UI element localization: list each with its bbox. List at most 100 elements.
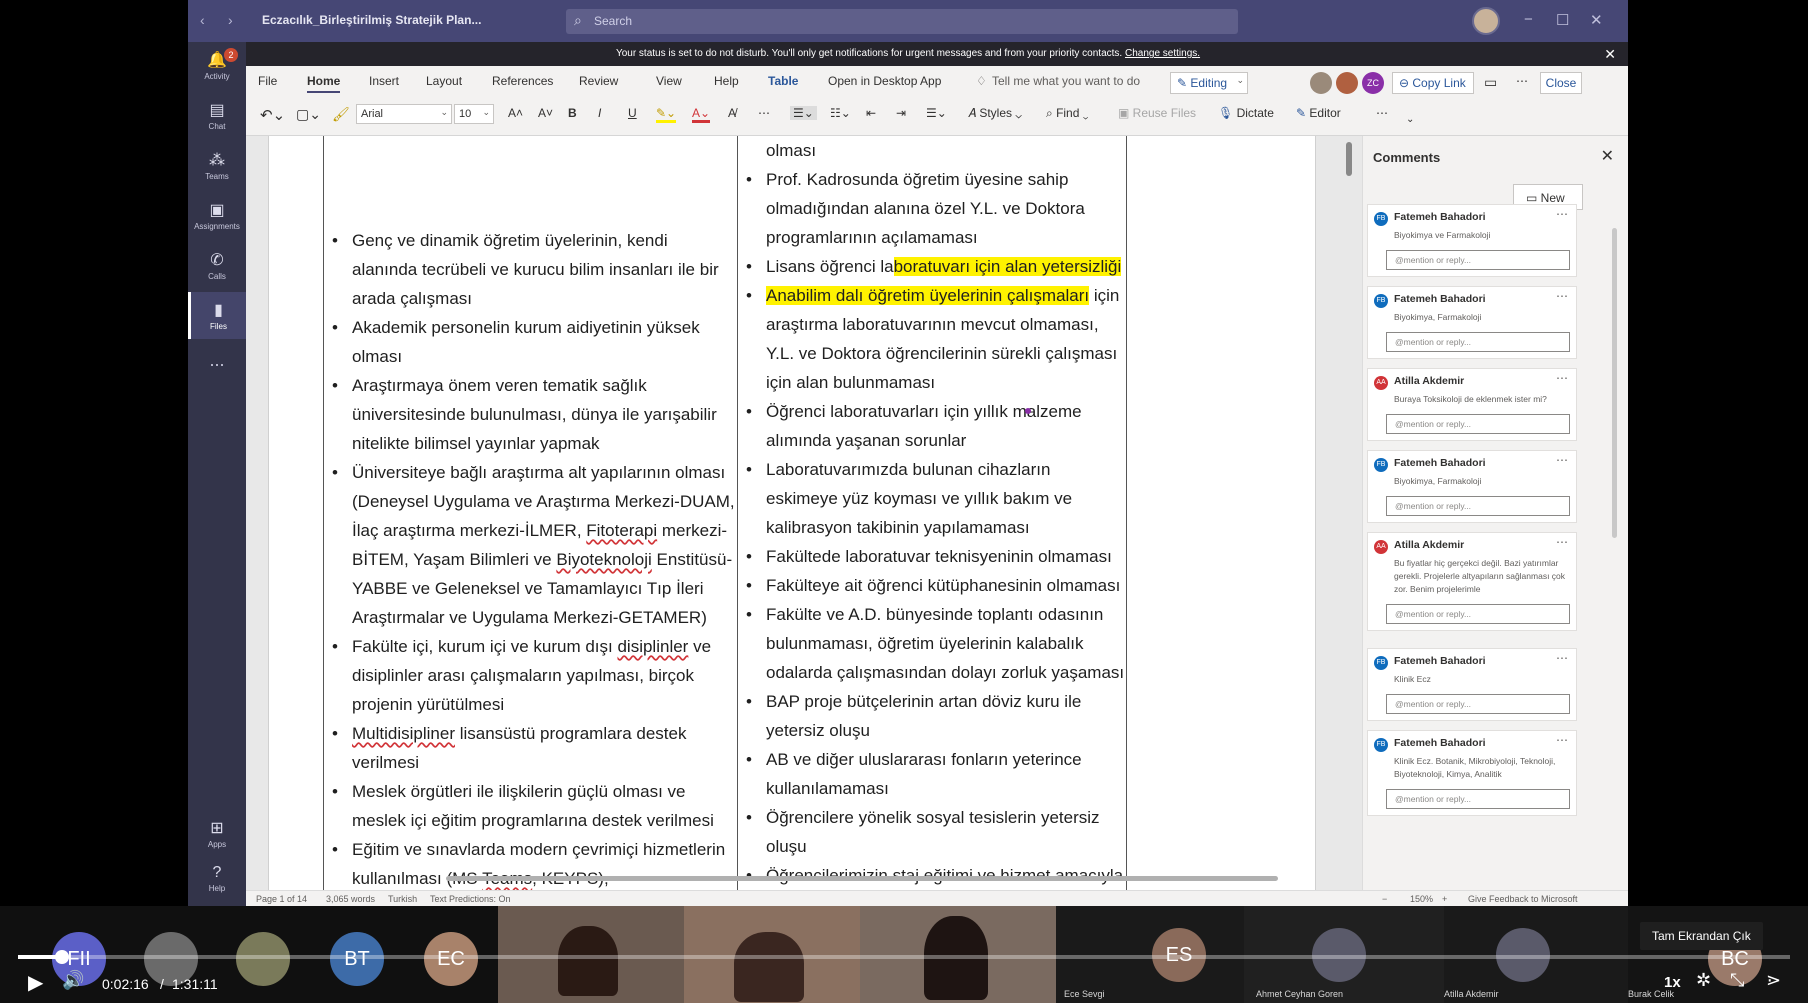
list-item[interactable]: • Öğrenci laboratuvarları için yıllık mal… — [738, 397, 1126, 455]
close-document-button[interactable]: Close — [1540, 72, 1582, 94]
list-item[interactable]: • Genç ve dinamik öğretim üyelerinin, ken… — [324, 226, 737, 313]
close-comments-icon[interactable]: ✕ — [1601, 146, 1614, 166]
tab-references[interactable]: References — [492, 74, 553, 88]
highlight-icon[interactable]: ✎⌄ — [656, 106, 677, 123]
document-page[interactable]: • Genç ve dinamik öğretim üyelerinin, ken… — [268, 136, 1316, 890]
open-desktop-button[interactable]: Open in Desktop App — [828, 74, 941, 88]
playback-speed[interactable]: 1x — [1664, 974, 1681, 991]
comment-more-icon[interactable]: ⋯ — [1556, 535, 1568, 549]
tab-table[interactable]: Table — [768, 74, 798, 88]
comment-more-icon[interactable]: ⋯ — [1556, 207, 1568, 221]
paste-icon[interactable]: ▢⌄ — [296, 106, 321, 123]
comment-reply-input[interactable]: @mention or reply... — [1386, 694, 1570, 714]
list-item[interactable]: • Lisans öğrenci laboratuvarı için alan y… — [738, 252, 1126, 281]
font-size-select[interactable]: 10 ⌄ — [454, 104, 494, 124]
window-close-icon[interactable]: ✕ — [1590, 11, 1603, 29]
rail-item-chat[interactable]: ▤ Chat — [188, 100, 246, 131]
exit-fullscreen-icon[interactable]: ⤡ — [1730, 970, 1744, 991]
dictate-button[interactable]: 🎙 Dictate — [1218, 106, 1274, 120]
user-avatar[interactable] — [1472, 7, 1500, 35]
feedback-link[interactable]: Give Feedback to Microsoft — [1468, 894, 1578, 904]
comment-reply-input[interactable]: @mention or reply... — [1386, 604, 1570, 624]
tab-home[interactable]: Home — [307, 74, 341, 93]
font-color-icon[interactable]: A⌄ — [692, 106, 711, 123]
find-button[interactable]: ⌕ Find ⌄ — [1046, 106, 1088, 121]
comment-reply-input[interactable]: @mention or reply... — [1386, 414, 1570, 434]
list-item[interactable]: • Araştırmaya önem veren tematik sağlık ü… — [324, 371, 737, 458]
list-item[interactable]: • Akademik personelin kurum aidiyetinin y… — [324, 313, 737, 371]
tell-me-input[interactable]: Tell me what you want to do — [992, 74, 1140, 88]
align-icon[interactable]: ☰⌄ — [926, 106, 947, 120]
more-font-icon[interactable]: ⋯ — [758, 106, 770, 120]
list-item[interactable]: • Multidisipliner lisansüstü programlara … — [324, 719, 737, 777]
font-name-select[interactable]: Arial ⌄ — [356, 104, 452, 124]
shrink-font-icon[interactable]: A˅ — [538, 106, 553, 120]
copy-link-button[interactable]: ⊖ Copy Link — [1392, 72, 1474, 94]
comments-scrollbar[interactable] — [1612, 228, 1617, 538]
comment-reply-input[interactable]: @mention or reply... — [1386, 496, 1570, 516]
tab-help[interactable]: Help — [714, 74, 739, 88]
editor-button[interactable]: ✎ Editor — [1296, 106, 1341, 120]
decrease-indent-icon[interactable]: ⇤ — [866, 106, 876, 120]
comment-more-icon[interactable]: ⋯ — [1556, 651, 1568, 665]
bullets-icon[interactable]: ☰⌄ — [790, 106, 817, 120]
back-arrow-icon[interactable]: ‹ — [200, 12, 205, 28]
minimize-icon[interactable]: − — [1524, 11, 1533, 28]
comment-card[interactable]: AA Atilla Akdemir ⋯ Bu fiyatlar hiç gerçekc… — [1367, 532, 1577, 631]
rail-more-icon[interactable]: ... — [188, 350, 246, 371]
list-item[interactable]: • AB ve diğer uluslararası fonların yeter… — [738, 745, 1126, 803]
list-item[interactable]: olması — [738, 136, 1126, 165]
tab-review[interactable]: Review — [579, 74, 618, 88]
comment-more-icon[interactable]: ⋯ — [1556, 733, 1568, 747]
comment-more-icon[interactable]: ⋯ — [1556, 289, 1568, 303]
editing-mode-button[interactable]: ✎ Editing ⌄ — [1170, 72, 1248, 94]
forward-arrow-icon[interactable]: › — [228, 12, 233, 28]
numbering-icon[interactable]: ☷⌄ — [830, 106, 851, 120]
tab-file[interactable]: File — [258, 74, 277, 88]
comment-card[interactable]: AA Atilla Akdemir ⋯ Buraya Toksikoloji de e… — [1367, 368, 1577, 441]
comment-card[interactable]: FB Fatemeh Bahadori ⋯ Biyokimya, Farmakoloj… — [1367, 450, 1577, 523]
rail-item-help[interactable]: ? Help — [188, 864, 246, 893]
rail-item-activity[interactable]: 🔔 2 Activity — [188, 48, 246, 81]
tab-insert[interactable]: Insert — [369, 74, 399, 88]
zoom-out-icon[interactable]: − — [1382, 894, 1387, 904]
volume-icon[interactable]: 🔊 — [62, 970, 84, 991]
increase-indent-icon[interactable]: ⇥ — [896, 106, 906, 120]
text-predictions[interactable]: Text Predictions: On — [430, 894, 511, 904]
comment-more-icon[interactable]: ⋯ — [1556, 453, 1568, 467]
list-item[interactable]: • BAP proje bütçelerinin artan döviz kuru… — [738, 687, 1126, 745]
clear-format-icon[interactable]: A̸ — [728, 106, 736, 120]
play-icon[interactable]: ▶ — [28, 970, 43, 995]
vertical-scrollbar[interactable] — [1346, 142, 1352, 176]
rail-item-calls[interactable]: ✆ Calls — [188, 250, 246, 281]
more-options-icon[interactable]: ⋯ — [1516, 74, 1528, 88]
list-item[interactable]: • Fakülte ve A.D. bünyesinde toplantı oda… — [738, 600, 1126, 687]
list-item[interactable]: • Eğitim ve sınavlarda modern çevrimiçi h… — [324, 835, 737, 890]
maximize-icon[interactable]: ☐ — [1556, 11, 1569, 29]
horizontal-scrollbar[interactable] — [446, 876, 1278, 881]
zoom-in-icon[interactable]: + — [1442, 894, 1447, 904]
search-box[interactable]: ⌕ Search — [566, 9, 1238, 34]
list-item[interactable]: • Laboratuvarımızda bulunan cihazların es… — [738, 455, 1126, 542]
change-settings-link[interactable]: Change settings. — [1125, 48, 1200, 59]
tab-layout[interactable]: Layout — [426, 74, 462, 88]
presence-avatar[interactable] — [1336, 72, 1358, 94]
seek-bar[interactable] — [18, 950, 1790, 964]
list-item[interactable]: • Fakülte içi, kurum içi ve kurum dışı di… — [324, 632, 737, 719]
rail-item-files[interactable]: ▮ Files — [188, 292, 246, 339]
styles-button[interactable]: 𝐴 Styles ⌄ — [968, 106, 1022, 121]
list-item[interactable]: • Öğrencilere yönelik sosyal tesislerin y… — [738, 803, 1126, 861]
comment-card[interactable]: FB Fatemeh Bahadori ⋯ Klinik Ecz. Botanik, … — [1367, 730, 1577, 816]
rail-item-teams[interactable]: ⁂ Teams — [188, 150, 246, 181]
list-item[interactable]: • Üniversiteye bağlı araştırma alt yapıla… — [324, 458, 737, 632]
more-tools-icon[interactable]: ⋯ — [1376, 106, 1388, 120]
ribbon-expand-icon[interactable]: ⌄ — [1406, 114, 1414, 125]
italic-icon[interactable]: I — [598, 106, 601, 120]
rail-item-assignments[interactable]: ▣ Assignments — [188, 200, 246, 231]
list-item[interactable]: • Prof. Kadrosunda öğretim üyesine sahip … — [738, 165, 1126, 252]
comment-reply-input[interactable]: @mention or reply... — [1386, 250, 1570, 270]
comment-reply-input[interactable]: @mention or reply... — [1386, 789, 1570, 809]
format-painter-icon[interactable]: 🖌 — [332, 106, 350, 123]
underline-icon[interactable]: U — [628, 106, 637, 120]
rail-item-apps[interactable]: ⊞ Apps — [188, 818, 246, 849]
